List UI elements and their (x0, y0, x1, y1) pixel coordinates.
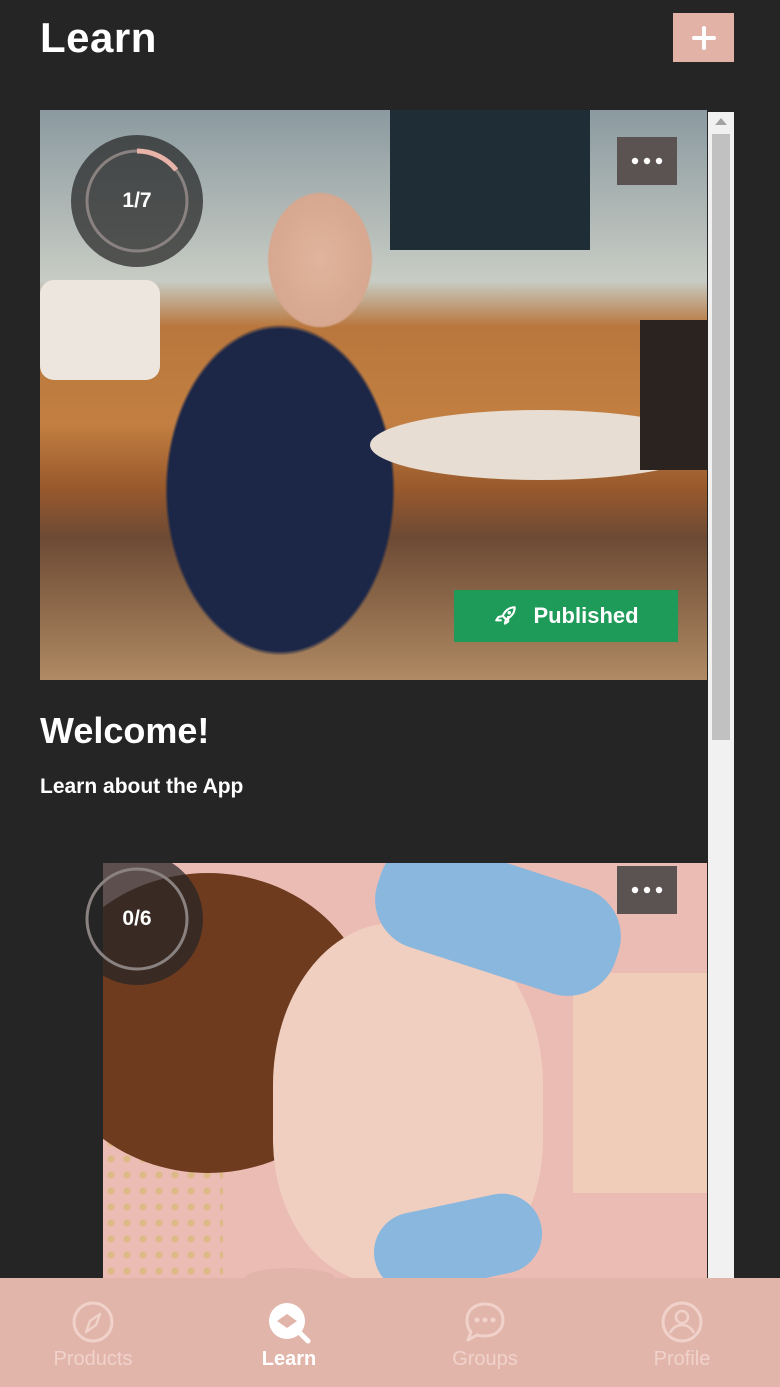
nav-item-products[interactable]: Products (28, 1300, 158, 1380)
course-progress-ring: 1/7 (71, 135, 203, 267)
course-subtitle: Learn about the App (40, 775, 244, 798)
course-more-button[interactable] (617, 137, 677, 185)
status-badge: Published (454, 590, 678, 642)
rocket-icon (495, 606, 517, 625)
nav-label-learn: Learn (261, 1348, 317, 1370)
active-tab-notch (245, 1268, 335, 1288)
nav-item-learn[interactable]: Learn (224, 1300, 354, 1380)
learn-search-icon (269, 1303, 311, 1344)
scrollbar-thumb[interactable] (712, 134, 730, 740)
ellipsis-icon (631, 886, 663, 894)
page-title: Learn (40, 14, 157, 61)
course-progress-label: 1/7 (122, 189, 152, 212)
course-progress-label: 0/6 (122, 907, 152, 930)
nav-item-profile[interactable]: Profile (617, 1300, 747, 1380)
header: Learn (0, 0, 780, 90)
photo-detail (390, 110, 590, 250)
photo-detail (573, 973, 707, 1193)
scrollbar[interactable] (708, 112, 734, 1278)
course-title[interactable]: Welcome! (40, 710, 209, 752)
plus-icon (691, 25, 716, 50)
compass-icon (72, 1301, 114, 1343)
course-list[interactable]: 1/7 Published Welcome! Learn about the A… (0, 110, 780, 1278)
bottom-nav: Products Learn Groups Profile (0, 1268, 780, 1387)
ellipsis-icon (631, 157, 663, 165)
photo-detail (40, 280, 160, 380)
photo-detail (640, 320, 707, 470)
nav-label-profile: Profile (653, 1348, 711, 1370)
course-progress-ring: 0/6 (71, 853, 203, 985)
status-badge-label: Published (533, 603, 639, 628)
add-course-button[interactable] (673, 13, 734, 62)
chat-bubble-icon (465, 1302, 505, 1342)
user-circle-icon (661, 1301, 703, 1343)
course-more-button[interactable] (617, 866, 677, 914)
nav-label-products: Products (53, 1348, 133, 1370)
scroll-up-arrow-icon[interactable] (715, 118, 727, 125)
nav-label-groups: Groups (452, 1348, 518, 1370)
nav-item-groups[interactable]: Groups (420, 1300, 550, 1380)
